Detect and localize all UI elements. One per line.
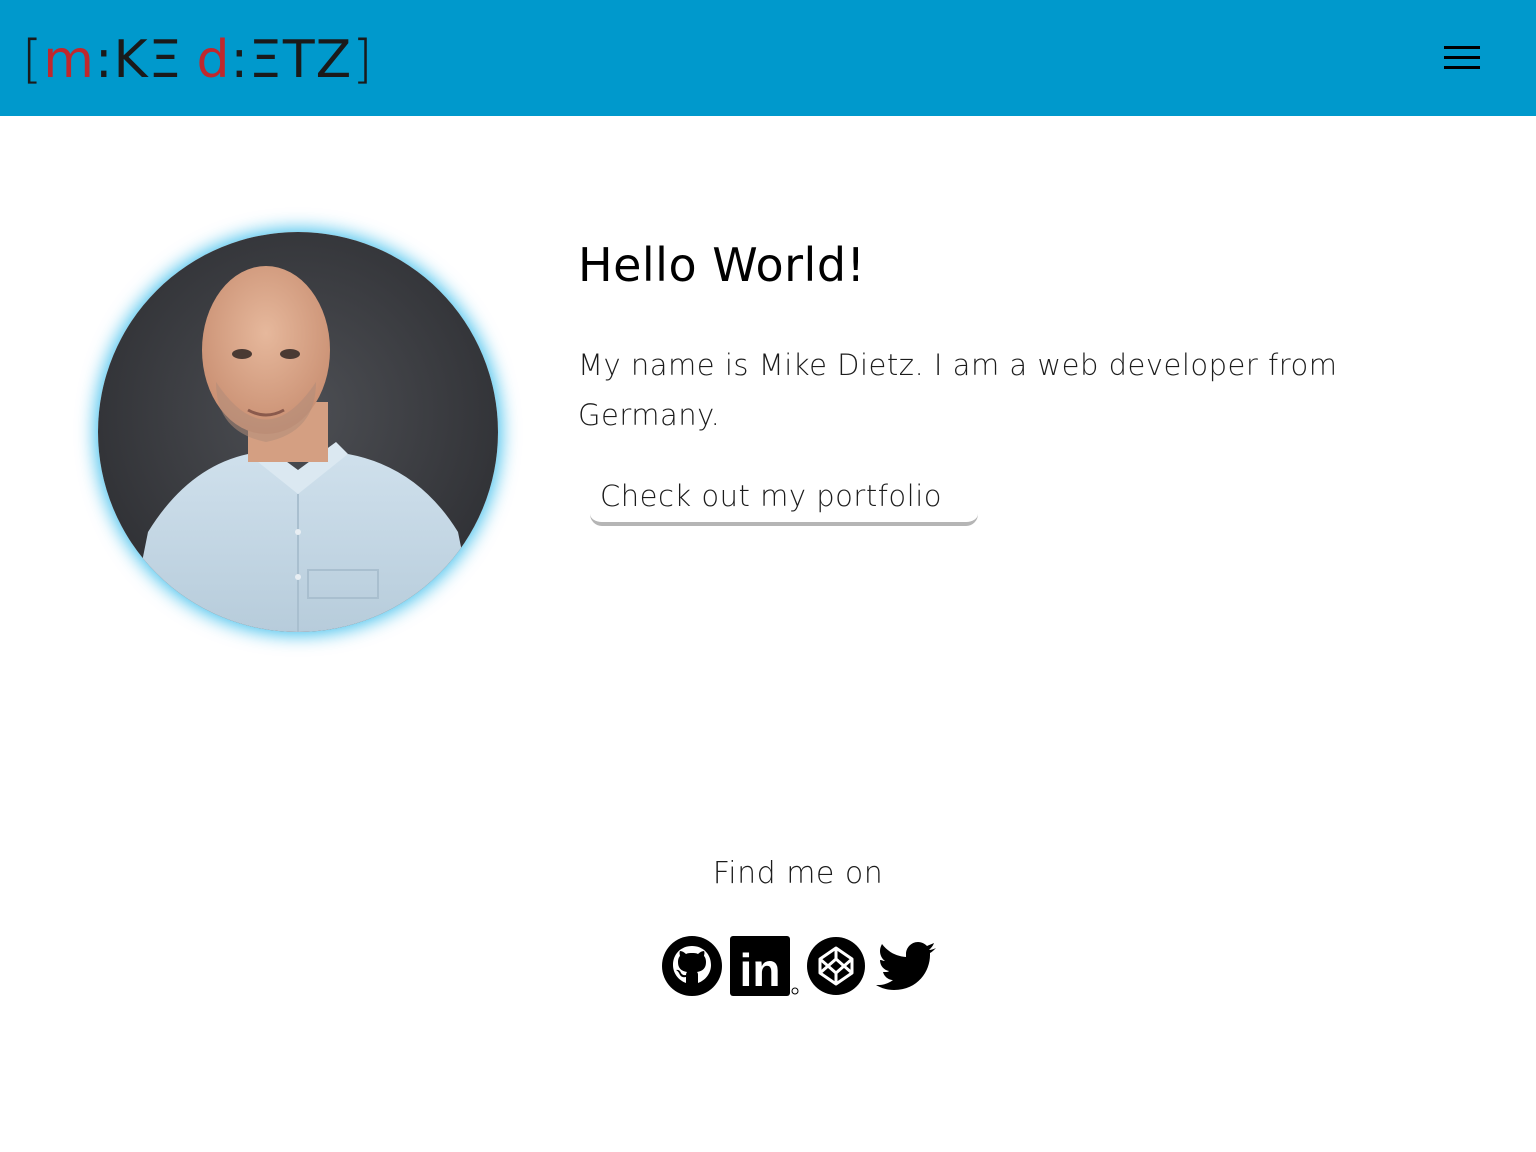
logo-close-bracket: ] — [352, 30, 374, 90]
social-heading: Find me on — [712, 856, 884, 891]
page-title: Hello World! — [578, 238, 866, 292]
svg-text:in: in — [740, 944, 781, 996]
github-icon[interactable] — [660, 934, 724, 998]
avatar — [98, 232, 498, 632]
site-logo[interactable]: [m:KΞ d:ΞTZ] — [22, 30, 374, 90]
codepen-icon[interactable] — [806, 934, 866, 998]
intro-text: My name is Mike Dietz. I am a web develo… — [578, 348, 1338, 432]
portfolio-button[interactable]: Check out my portfolio — [590, 470, 978, 526]
site-header: [m:KΞ d:ΞTZ] — [0, 0, 1536, 116]
logo-first-name-rest: :KΞ — [94, 30, 183, 90]
profile-photo — [98, 232, 498, 632]
logo-last-name-initial: d — [196, 30, 231, 90]
hamburger-icon[interactable] — [1436, 40, 1488, 76]
linkedin-icon[interactable]: in — [728, 934, 800, 998]
twitter-icon[interactable] — [874, 934, 938, 998]
logo-first-name-initial: m — [43, 30, 95, 90]
logo-open-bracket: [ — [22, 30, 44, 90]
logo-last-name-rest: :ΞTZ — [230, 30, 353, 90]
